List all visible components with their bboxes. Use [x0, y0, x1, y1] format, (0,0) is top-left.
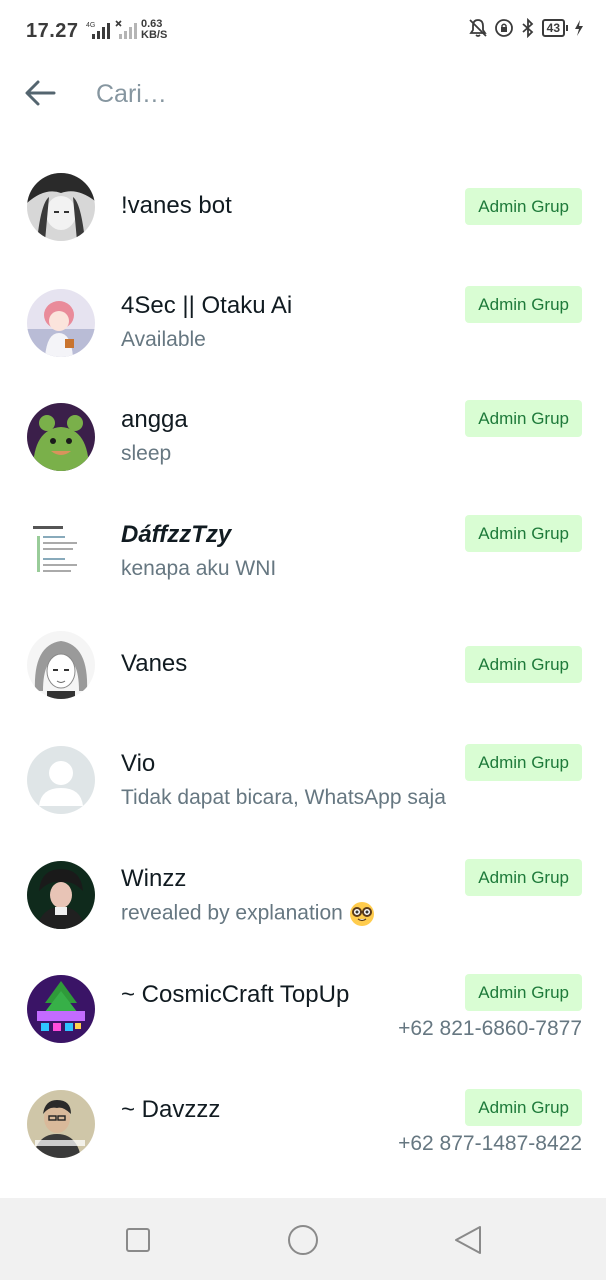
- avatar: [27, 631, 95, 699]
- avatar: [27, 173, 95, 241]
- avatar: [27, 861, 95, 929]
- system-back-button[interactable]: [448, 1220, 488, 1260]
- status-time: 17.27: [26, 20, 79, 42]
- network-speed: 0.63 KB/S: [141, 19, 167, 41]
- recents-square-icon: [126, 1228, 150, 1252]
- search-input[interactable]: [94, 74, 558, 114]
- member-phone: +62 877-1487-8422: [398, 1132, 582, 1155]
- nerd-face-emoji-icon: [349, 902, 374, 926]
- system-nav-bar: [0, 1198, 606, 1280]
- admin-badge: Admin Grup: [465, 515, 582, 552]
- about-text: revealed by explanation: [121, 901, 343, 925]
- home-circle-icon: [288, 1225, 318, 1255]
- network-speed-unit: KB/S: [141, 29, 168, 41]
- member-name: DáffzzTzy: [121, 521, 232, 548]
- avatar: [27, 746, 95, 814]
- list-item[interactable]: Vio Tidak dapat bicara, WhatsApp saja Ad…: [0, 722, 606, 837]
- member-about: Tidak dapat bicara, WhatsApp saja: [121, 786, 446, 809]
- avatar: [27, 289, 95, 357]
- admin-badge: Admin Grup: [465, 974, 582, 1011]
- search-header: [0, 62, 606, 124]
- lock-rotation-icon: [494, 19, 513, 37]
- home-button[interactable]: [283, 1220, 323, 1260]
- member-name: angga: [121, 406, 188, 433]
- arrow-left-icon: [25, 80, 56, 106]
- member-about: kenapa aku WNI: [121, 557, 277, 580]
- member-name: Vanes: [121, 650, 188, 677]
- admin-badge: Admin Grup: [465, 646, 582, 683]
- network-type-label: 4G: [86, 22, 95, 29]
- signal-no-service-icon: [115, 20, 137, 39]
- avatar: [27, 518, 95, 586]
- member-name: ~ CosmicCraft TopUp: [121, 981, 350, 1008]
- list-item[interactable]: DáffzzTzy kenapa aku WNI Admin Grup: [0, 493, 606, 608]
- back-button[interactable]: [24, 76, 58, 110]
- charging-icon: [575, 20, 583, 36]
- avatar: [27, 975, 95, 1043]
- avatar: [27, 1090, 95, 1158]
- admin-badge: Admin Grup: [465, 188, 582, 225]
- status-bar: 17.27 4G 0.63 KB/S 43: [0, 0, 606, 62]
- member-name: Vio: [121, 750, 156, 777]
- admin-badge: Admin Grup: [465, 1089, 582, 1126]
- member-name: !vanes bot: [121, 192, 232, 219]
- member-phone: +62 821-6860-7877: [398, 1017, 582, 1040]
- member-about: Available: [121, 328, 206, 351]
- recents-button[interactable]: [118, 1220, 158, 1260]
- member-about: sleep: [121, 442, 172, 465]
- list-item[interactable]: ~ CosmicCraft TopUp +62 821-6860-7877 Ad…: [0, 951, 606, 1066]
- member-about: revealed by explanation: [121, 901, 375, 927]
- admin-badge: Admin Grup: [465, 286, 582, 323]
- battery-level: 43: [541, 19, 565, 37]
- battery-icon: 43: [541, 19, 568, 37]
- list-item[interactable]: !vanes bot Admin Grup: [0, 150, 606, 264]
- default-avatar-icon: [27, 746, 95, 814]
- avatar: [27, 403, 95, 471]
- list-item[interactable]: Vanes Admin Grup: [0, 608, 606, 722]
- member-name: 4Sec || Otaku Ai: [121, 292, 293, 319]
- admin-badge: Admin Grup: [465, 859, 582, 896]
- signal-4g-icon: 4G: [86, 22, 110, 39]
- list-item[interactable]: Winzz revealed by explanation Admin Grup: [0, 837, 606, 951]
- list-item[interactable]: 4Sec || Otaku Ai Available Admin Grup: [0, 264, 606, 378]
- mute-icon: [468, 19, 487, 37]
- list-item[interactable]: angga sleep Admin Grup: [0, 378, 606, 493]
- list-item[interactable]: ~ Davzzz +62 877-1487-8422 Admin Grup: [0, 1066, 606, 1180]
- admin-badge: Admin Grup: [465, 744, 582, 781]
- member-name: ~ Davzzz: [121, 1096, 221, 1123]
- back-triangle-icon: [455, 1226, 481, 1254]
- member-name: Winzz: [121, 865, 187, 892]
- admin-badge: Admin Grup: [465, 400, 582, 437]
- bluetooth-icon: [522, 18, 533, 38]
